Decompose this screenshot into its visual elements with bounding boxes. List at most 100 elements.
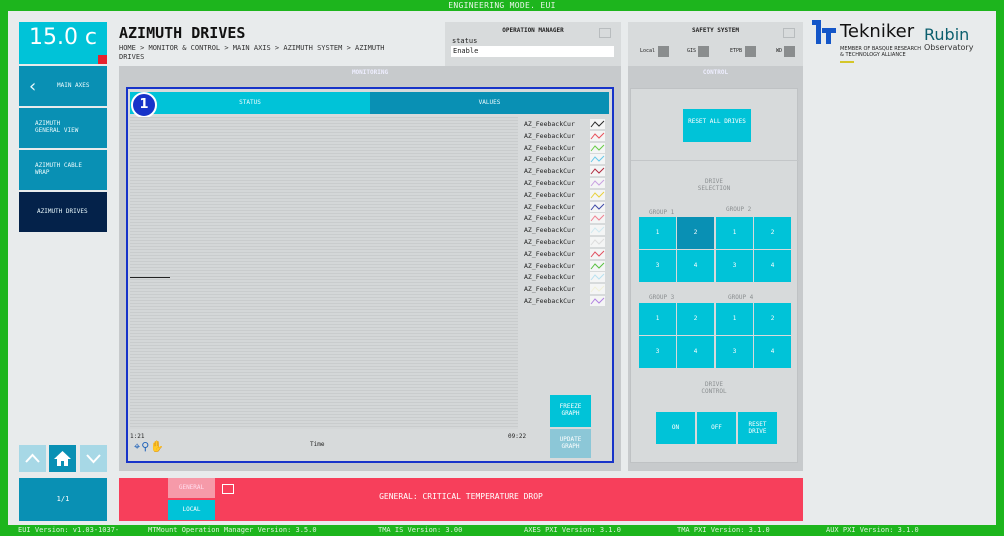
operation-manager-title: OPERATION MANAGER <box>502 27 564 34</box>
popout-icon[interactable] <box>599 28 611 38</box>
legend-label: AZ_FeebackCur <box>524 214 575 223</box>
status-field: Enable <box>451 46 614 57</box>
legend-label: AZ_FeebackCur <box>524 261 575 270</box>
safety-led-gis <box>698 46 709 57</box>
nav-item-azimuth-cable-wrap[interactable]: AZIMUTH CABLE WRAP <box>19 150 107 190</box>
nav-item-azimuth-general-view[interactable]: AZIMUTH GENERAL VIEW <box>19 108 107 148</box>
legend-item: AZ_FeebackCur <box>524 225 610 237</box>
x-tick-end: 09:22 <box>508 433 527 440</box>
group-1-drive-1-button[interactable]: 1 <box>639 217 676 249</box>
legend-swatch <box>590 177 605 188</box>
group-3-drive-1-button[interactable]: 1 <box>639 303 676 335</box>
reset-all-drives-button[interactable]: RESET ALL DRIVES <box>683 109 751 142</box>
nav-item-label: AZIMUTH CABLE WRAP <box>35 162 82 176</box>
nav-item-main-axes[interactable]: ‹ MAIN AXES <box>19 66 107 106</box>
group-label-3: GROUP 3 <box>649 294 675 301</box>
tekniker-underline <box>840 61 854 63</box>
legend-label: AZ_FeebackCur <box>524 202 575 211</box>
legend-swatch <box>590 213 605 224</box>
divider <box>631 160 799 161</box>
group-label-1: GROUP 1 <box>649 209 675 216</box>
legend-item: AZ_FeebackCur <box>524 142 610 155</box>
group-3-drive-3-button[interactable]: 3 <box>639 336 676 368</box>
legend-swatch <box>590 119 605 129</box>
alarm-message: GENERAL: CRITICAL TEMPERATURE DROP <box>379 492 543 501</box>
safety-label-local: Local <box>640 48 656 54</box>
tab-values[interactable]: VALUES <box>370 92 609 114</box>
chevron-down-icon <box>86 454 101 464</box>
group-1-drive-3-button[interactable]: 3 <box>639 250 676 282</box>
legend-swatch <box>590 189 605 200</box>
legend-swatch <box>590 248 605 259</box>
group-3-drive-2-button[interactable]: 2 <box>677 303 714 335</box>
group-label-4: GROUP 4 <box>728 294 754 301</box>
temperature-value: 15.0 c <box>28 25 98 50</box>
step-badge: 1 <box>131 92 157 118</box>
freeze-graph-button[interactable]: FREEZE GRAPH <box>550 395 591 427</box>
group-1-drive-2-button[interactable]: 2 <box>677 217 714 249</box>
legend-label: AZ_FeebackCur <box>524 190 575 199</box>
page-title: AZIMUTH DRIVES <box>119 24 246 42</box>
group-2-drive-1-button[interactable]: 1 <box>716 217 753 249</box>
drive-selection-label: DRIVE SELECTION <box>697 178 731 192</box>
drive-on-button[interactable]: ON <box>656 412 695 444</box>
version-tma-pxi: TMA PXI Version: 3.1.0 <box>677 526 770 534</box>
legend-swatch <box>590 130 605 141</box>
legend-label: AZ_FeebackCur <box>524 273 575 282</box>
update-graph-button[interactable]: UPDATE GRAPH <box>550 429 591 458</box>
tekniker-mark-icon <box>812 20 836 44</box>
mode-banner: ENGINEERING MODE. EUI <box>448 1 556 10</box>
tab-status[interactable]: STATUS <box>130 92 370 114</box>
chevron-up-icon <box>25 453 40 463</box>
legend-label: AZ_FeebackCur <box>524 249 575 258</box>
legend-item: AZ_FeebackCur <box>524 236 610 249</box>
home-button[interactable] <box>49 445 76 472</box>
safety-system-title: SAFETY SYSTEM <box>692 27 739 34</box>
legend-item: AZ_FeebackCur <box>524 248 610 261</box>
drive-off-button[interactable]: OFF <box>697 412 736 444</box>
version-aux-pxi: AUX PXI Version: 3.1.0 <box>826 526 919 534</box>
control-body: RESET ALL DRIVES DRIVE SELECTION GROUP 1… <box>630 88 799 463</box>
page-down-button[interactable] <box>80 445 107 472</box>
group-4-drive-4-button[interactable]: 4 <box>754 336 791 368</box>
safety-label-etpb: ETPB <box>730 48 743 54</box>
group-2-drive-4-button[interactable]: 4 <box>754 250 791 282</box>
group-4-drive-3-button[interactable]: 3 <box>716 336 753 368</box>
plot-area[interactable] <box>130 117 518 429</box>
legend-item: AZ_FeebackCur <box>524 201 610 214</box>
legend-swatch <box>590 166 605 177</box>
operation-manager-panel: OPERATION MANAGER status Enable <box>445 22 621 66</box>
safety-led-wd <box>784 46 795 57</box>
legend-item: AZ_FeebackCur <box>524 119 610 131</box>
page-up-button[interactable] <box>19 445 46 472</box>
status-label: status <box>452 37 478 45</box>
nav-item-azimuth-drives[interactable]: AZIMUTH DRIVES <box>19 192 107 232</box>
rubin-logo: Rubin Observatory <box>924 27 973 53</box>
alarm-bar: GENERAL LOCAL GENERAL: CRITICAL TEMPERAT… <box>119 478 803 521</box>
reset-drive-button[interactable]: RESET DRIVE <box>738 412 777 444</box>
zoom-icon[interactable]: ⚲ <box>141 440 150 453</box>
rubin-subtitle: Observatory <box>924 43 974 52</box>
version-tma-is: TMA IS Version: 3.00 <box>378 526 463 534</box>
legend-label: AZ_FeebackCur <box>524 155 575 164</box>
group-4-drive-2-button[interactable]: 2 <box>754 303 791 335</box>
legend-swatch <box>590 225 605 236</box>
group-2-drive-2-button[interactable]: 2 <box>754 217 791 249</box>
legend-swatch <box>590 260 605 271</box>
pan-hand-icon[interactable]: ✋ <box>150 440 165 453</box>
rubin-name: Rubin <box>924 25 970 44</box>
legend-swatch <box>590 272 605 283</box>
page-indicator: 1/1 <box>19 478 107 521</box>
group-4-drive-1-button[interactable]: 1 <box>716 303 753 335</box>
legend-label: AZ_FeebackCur <box>524 167 575 176</box>
control-panel: CONTROL RESET ALL DRIVES DRIVE SELECTION… <box>628 66 803 471</box>
legend-item: AZ_FeebackCur <box>524 130 610 143</box>
group-3-drive-4-button[interactable]: 4 <box>677 336 714 368</box>
group-label-2: GROUP 2 <box>726 206 752 213</box>
group-2-drive-3-button[interactable]: 3 <box>716 250 753 282</box>
legend-label: AZ_FeebackCur <box>524 285 575 294</box>
popout-icon[interactable] <box>783 28 795 38</box>
legend-item: AZ_FeebackCur <box>524 154 610 166</box>
version-eui: EUI Version: v1.03-1037- <box>18 526 120 534</box>
group-1-drive-4-button[interactable]: 4 <box>677 250 714 282</box>
